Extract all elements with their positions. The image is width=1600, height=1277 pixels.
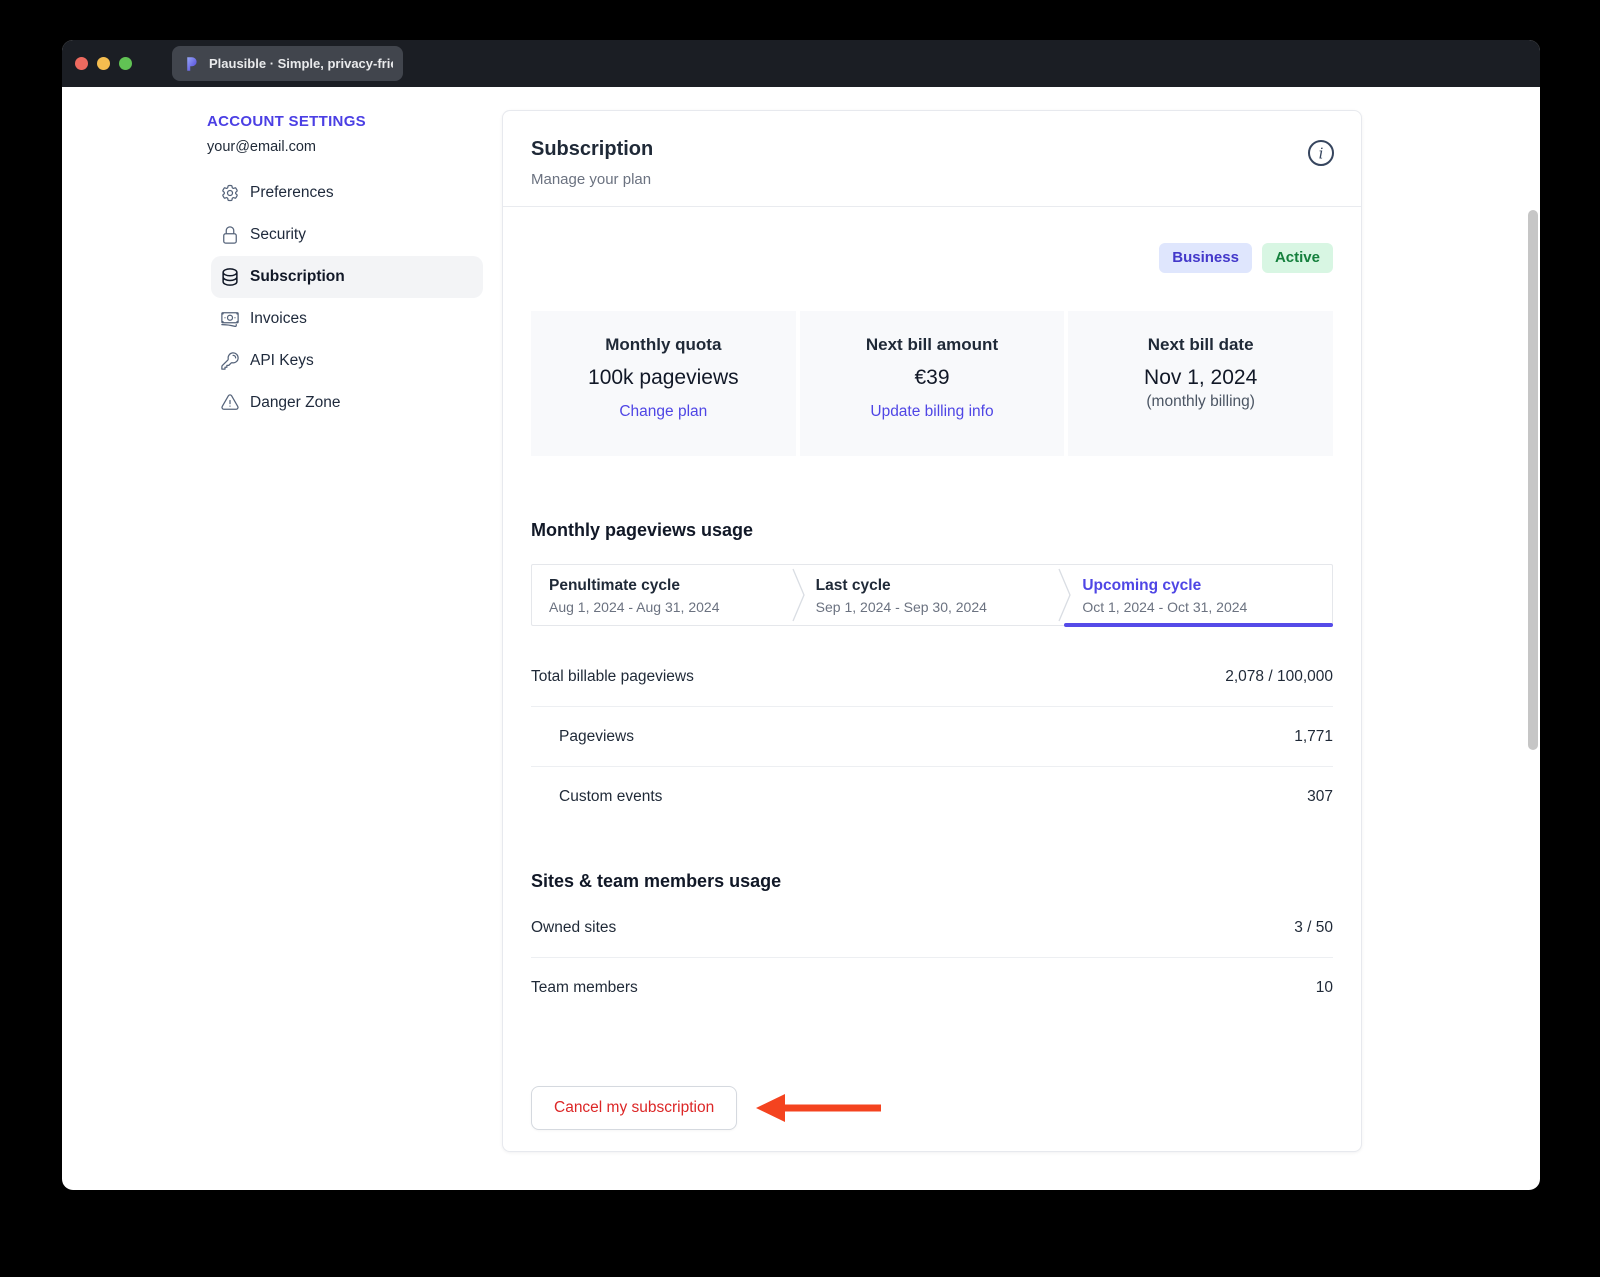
row-label: Custom events [531,788,662,806]
sidebar-item-label: Invoices [250,310,307,328]
status-badge: Active [1262,243,1333,273]
lock-icon [220,225,240,245]
browser-window: Plausible · Simple, privacy-frien ACCOUN… [62,40,1540,1190]
sidebar-item-label: Security [250,226,306,244]
sites-usage-heading: Sites & team members usage [531,869,1333,893]
row-value: 307 [1307,788,1333,806]
plan-badge: Business [1159,243,1252,273]
svg-text:i: i [1319,145,1324,163]
plausible-logo-icon [182,55,200,73]
stat-cell-next-bill-amount: Next bill amount €39 Update billing info [800,311,1065,456]
billing-interval-note: (monthly billing) [1146,393,1255,410]
cancel-row: Cancel my subscription [531,1086,1333,1130]
warning-triangle-icon [220,393,240,413]
stats-row: Monthly quota 100k pageviews Change plan… [531,311,1333,456]
table-row: Team members 10 [531,958,1333,1018]
zoom-window-button[interactable] [119,57,132,70]
minimize-window-button[interactable] [97,57,110,70]
row-value: 2,078 / 100,000 [1225,668,1333,686]
sidebar-nav: Preferences Security Subscription Invoic… [211,172,483,424]
tab-penultimate-cycle[interactable]: Penultimate cycle Aug 1, 2024 - Aug 31, … [532,565,799,625]
table-row: Total billable pageviews 2,078 / 100,000 [531,647,1333,707]
gear-icon [220,183,240,203]
tab-upcoming-cycle[interactable]: Upcoming cycle Oct 1, 2024 - Oct 31, 202… [1065,565,1332,625]
info-icon[interactable]: i [1307,139,1335,167]
sidebar-item-label: Preferences [250,184,334,202]
usage-table: Total billable pageviews 2,078 / 100,000… [531,647,1333,827]
sidebar-item-security[interactable]: Security [211,214,483,256]
header-divider [503,206,1361,207]
row-value: 10 [1316,979,1333,997]
update-billing-info-link[interactable]: Update billing info [870,401,993,422]
cycle-label: Upcoming cycle [1082,575,1332,596]
annotation-arrow-icon [753,1090,885,1131]
account-email: your@email.com [207,137,489,157]
sidebar: ACCOUNT SETTINGS your@email.com Preferen… [207,112,489,424]
close-window-button[interactable] [75,57,88,70]
browser-tab[interactable]: Plausible · Simple, privacy-frien [172,46,403,81]
row-value: 3 / 50 [1294,919,1333,937]
traffic-lights [75,57,132,70]
database-icon [220,267,240,287]
subscription-panel: Subscription Manage your plan i Business… [502,110,1362,1152]
stat-cell-next-bill-date: Next bill date Nov 1, 2024 (monthly bill… [1068,311,1333,456]
sidebar-item-api-keys[interactable]: API Keys [211,340,483,382]
window-titlebar: Plausible · Simple, privacy-frien [62,40,1540,87]
cycle-range: Sep 1, 2024 - Sep 30, 2024 [816,598,1066,617]
sidebar-item-subscription[interactable]: Subscription [211,256,483,298]
row-label: Team members [531,979,638,997]
row-label: Total billable pageviews [531,668,694,686]
scrollbar-thumb[interactable] [1528,210,1538,750]
sidebar-item-label: API Keys [250,352,314,370]
page-title: Subscription [531,135,1333,163]
tab-title: Plausible · Simple, privacy-frien [209,56,393,71]
row-label: Pageviews [531,728,634,746]
stat-title: Next bill date [1068,334,1333,356]
badges-row: Business Active [531,243,1333,273]
table-row: Custom events 307 [531,767,1333,827]
sidebar-item-preferences[interactable]: Preferences [211,172,483,214]
sidebar-item-danger-zone[interactable]: Danger Zone [211,382,483,424]
table-row: Owned sites 3 / 50 [531,898,1333,958]
cycle-label: Penultimate cycle [549,575,799,596]
page-subtitle: Manage your plan [531,169,1333,191]
stat-title: Next bill amount [800,334,1065,356]
tab-last-cycle[interactable]: Last cycle Sep 1, 2024 - Sep 30, 2024 [799,565,1066,625]
row-label: Owned sites [531,919,616,937]
pageviews-usage-heading: Monthly pageviews usage [531,518,1333,542]
table-row: Pageviews 1,771 [531,707,1333,767]
sidebar-item-label: Danger Zone [250,394,340,412]
stat-cell-monthly-quota: Monthly quota 100k pageviews Change plan [531,311,796,456]
stat-title: Monthly quota [531,334,796,356]
sidebar-item-label: Subscription [250,268,345,286]
banknote-icon [220,309,240,329]
stat-value: Nov 1, 2024 [1068,365,1333,391]
key-icon [220,351,240,371]
sidebar-item-invoices[interactable]: Invoices [211,298,483,340]
cycle-tabs: Penultimate cycle Aug 1, 2024 - Aug 31, … [531,564,1333,626]
cancel-subscription-button[interactable]: Cancel my subscription [531,1086,737,1130]
row-value: 1,771 [1294,728,1333,746]
cycle-range: Oct 1, 2024 - Oct 31, 2024 [1082,598,1332,617]
change-plan-link[interactable]: Change plan [619,401,707,422]
stat-value: €39 [800,365,1065,391]
cycle-range: Aug 1, 2024 - Aug 31, 2024 [549,598,799,617]
cycle-label: Last cycle [816,575,1066,596]
stat-value: 100k pageviews [531,365,796,391]
sites-table: Owned sites 3 / 50 Team members 10 [531,898,1333,1018]
account-settings-title: ACCOUNT SETTINGS [207,112,489,131]
